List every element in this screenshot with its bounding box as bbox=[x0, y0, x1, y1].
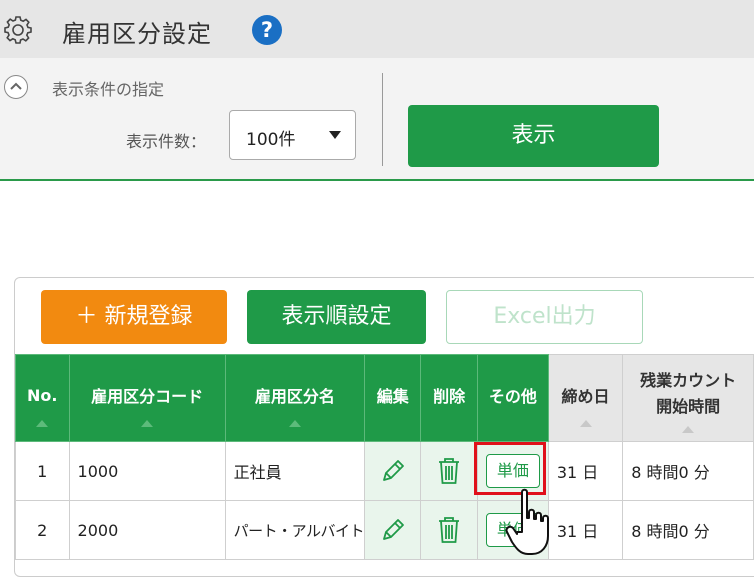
divider bbox=[382, 73, 383, 166]
count-label: 表示件数： bbox=[126, 132, 207, 151]
condition-label: 表示条件の指定 bbox=[52, 80, 165, 99]
sort-icon bbox=[579, 420, 592, 427]
trash-icon[interactable] bbox=[436, 515, 462, 545]
cell-closing: 31 日 bbox=[547, 500, 624, 560]
cell-no: 1 bbox=[15, 441, 70, 501]
count-select[interactable]: 100件 bbox=[229, 110, 356, 160]
cell-name: 正社員 bbox=[224, 441, 366, 501]
caret-down-icon bbox=[329, 131, 341, 139]
table-header-row: No. 雇用区分コード 雇用区分名 編集 削除 その他 締め日 残業カウント 開… bbox=[15, 354, 754, 442]
cell-overtime: 8 時間0 分 bbox=[622, 441, 754, 501]
pencil-icon[interactable] bbox=[378, 456, 408, 486]
chevron-up-icon bbox=[10, 82, 22, 90]
col-header-delete: 削除 bbox=[420, 354, 478, 442]
col-header-other: その他 bbox=[476, 354, 549, 442]
help-icon[interactable]: ? bbox=[252, 15, 282, 45]
employment-type-table: No. 雇用区分コード 雇用区分名 編集 削除 その他 締め日 残業カウント 開… bbox=[15, 354, 754, 560]
cell-delete bbox=[420, 500, 478, 560]
display-order-button[interactable]: 表示順設定 bbox=[247, 290, 426, 344]
cell-no: 2 bbox=[15, 500, 70, 560]
condition-panel: 表示条件の指定 表示件数： 100件 表示 bbox=[0, 58, 754, 181]
gear-icon[interactable] bbox=[2, 14, 34, 46]
cell-delete bbox=[420, 441, 478, 501]
cell-closing: 31 日 bbox=[547, 441, 624, 501]
excel-export-button[interactable]: Excel出力 bbox=[446, 290, 643, 344]
page-header: 雇用区分設定 ? bbox=[0, 0, 754, 58]
sort-icon bbox=[36, 420, 49, 427]
cell-code: 1000 bbox=[68, 441, 226, 501]
new-register-button[interactable]: ＋ 新規登録 bbox=[41, 290, 227, 344]
show-button[interactable]: 表示 bbox=[408, 105, 659, 167]
col-header-no[interactable]: No. bbox=[15, 354, 70, 442]
col-header-edit: 編集 bbox=[364, 354, 422, 442]
cell-overtime: 8 時間0 分 bbox=[622, 500, 754, 560]
cell-code: 2000 bbox=[68, 500, 226, 560]
cell-edit bbox=[364, 500, 422, 560]
table-row: 1 1000 正社員 単価 31 日 8 時間0 分 bbox=[15, 441, 754, 501]
page-title: 雇用区分設定 bbox=[62, 20, 212, 48]
sort-icon bbox=[141, 420, 154, 427]
hand-pointer-icon bbox=[505, 488, 549, 555]
col-header-name[interactable]: 雇用区分名 bbox=[224, 354, 366, 442]
pencil-icon[interactable] bbox=[378, 515, 408, 545]
sort-icon bbox=[682, 426, 695, 433]
trash-icon[interactable] bbox=[436, 456, 462, 486]
col-header-overtime[interactable]: 残業カウント 開始時間 bbox=[622, 354, 754, 442]
sort-icon bbox=[288, 420, 301, 427]
cell-edit bbox=[364, 441, 422, 501]
count-select-value: 100件 bbox=[246, 130, 296, 150]
collapse-toggle-button[interactable] bbox=[4, 75, 28, 99]
col-header-code[interactable]: 雇用区分コード bbox=[68, 354, 226, 442]
cell-name: パート・アルバイト bbox=[224, 500, 366, 560]
col-header-closing[interactable]: 締め日 bbox=[547, 354, 624, 442]
table-row: 2 2000 パート・アルバイト 単価 31 日 8 時間0 分 bbox=[15, 500, 754, 560]
